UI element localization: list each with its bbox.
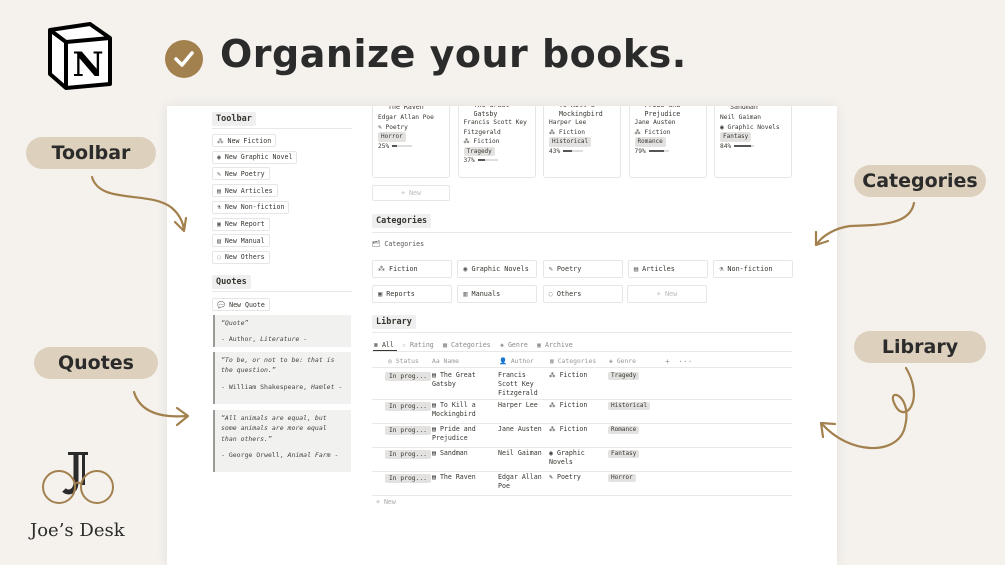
joes-desk-logo [42,452,114,504]
quotes-arrow [132,390,189,418]
toolbar-arrow [90,175,186,232]
library-arrow [820,366,915,450]
brand-name: Joe’s Desk [30,520,125,541]
categories-arrow [815,201,916,246]
callout-arrows [90,175,916,450]
